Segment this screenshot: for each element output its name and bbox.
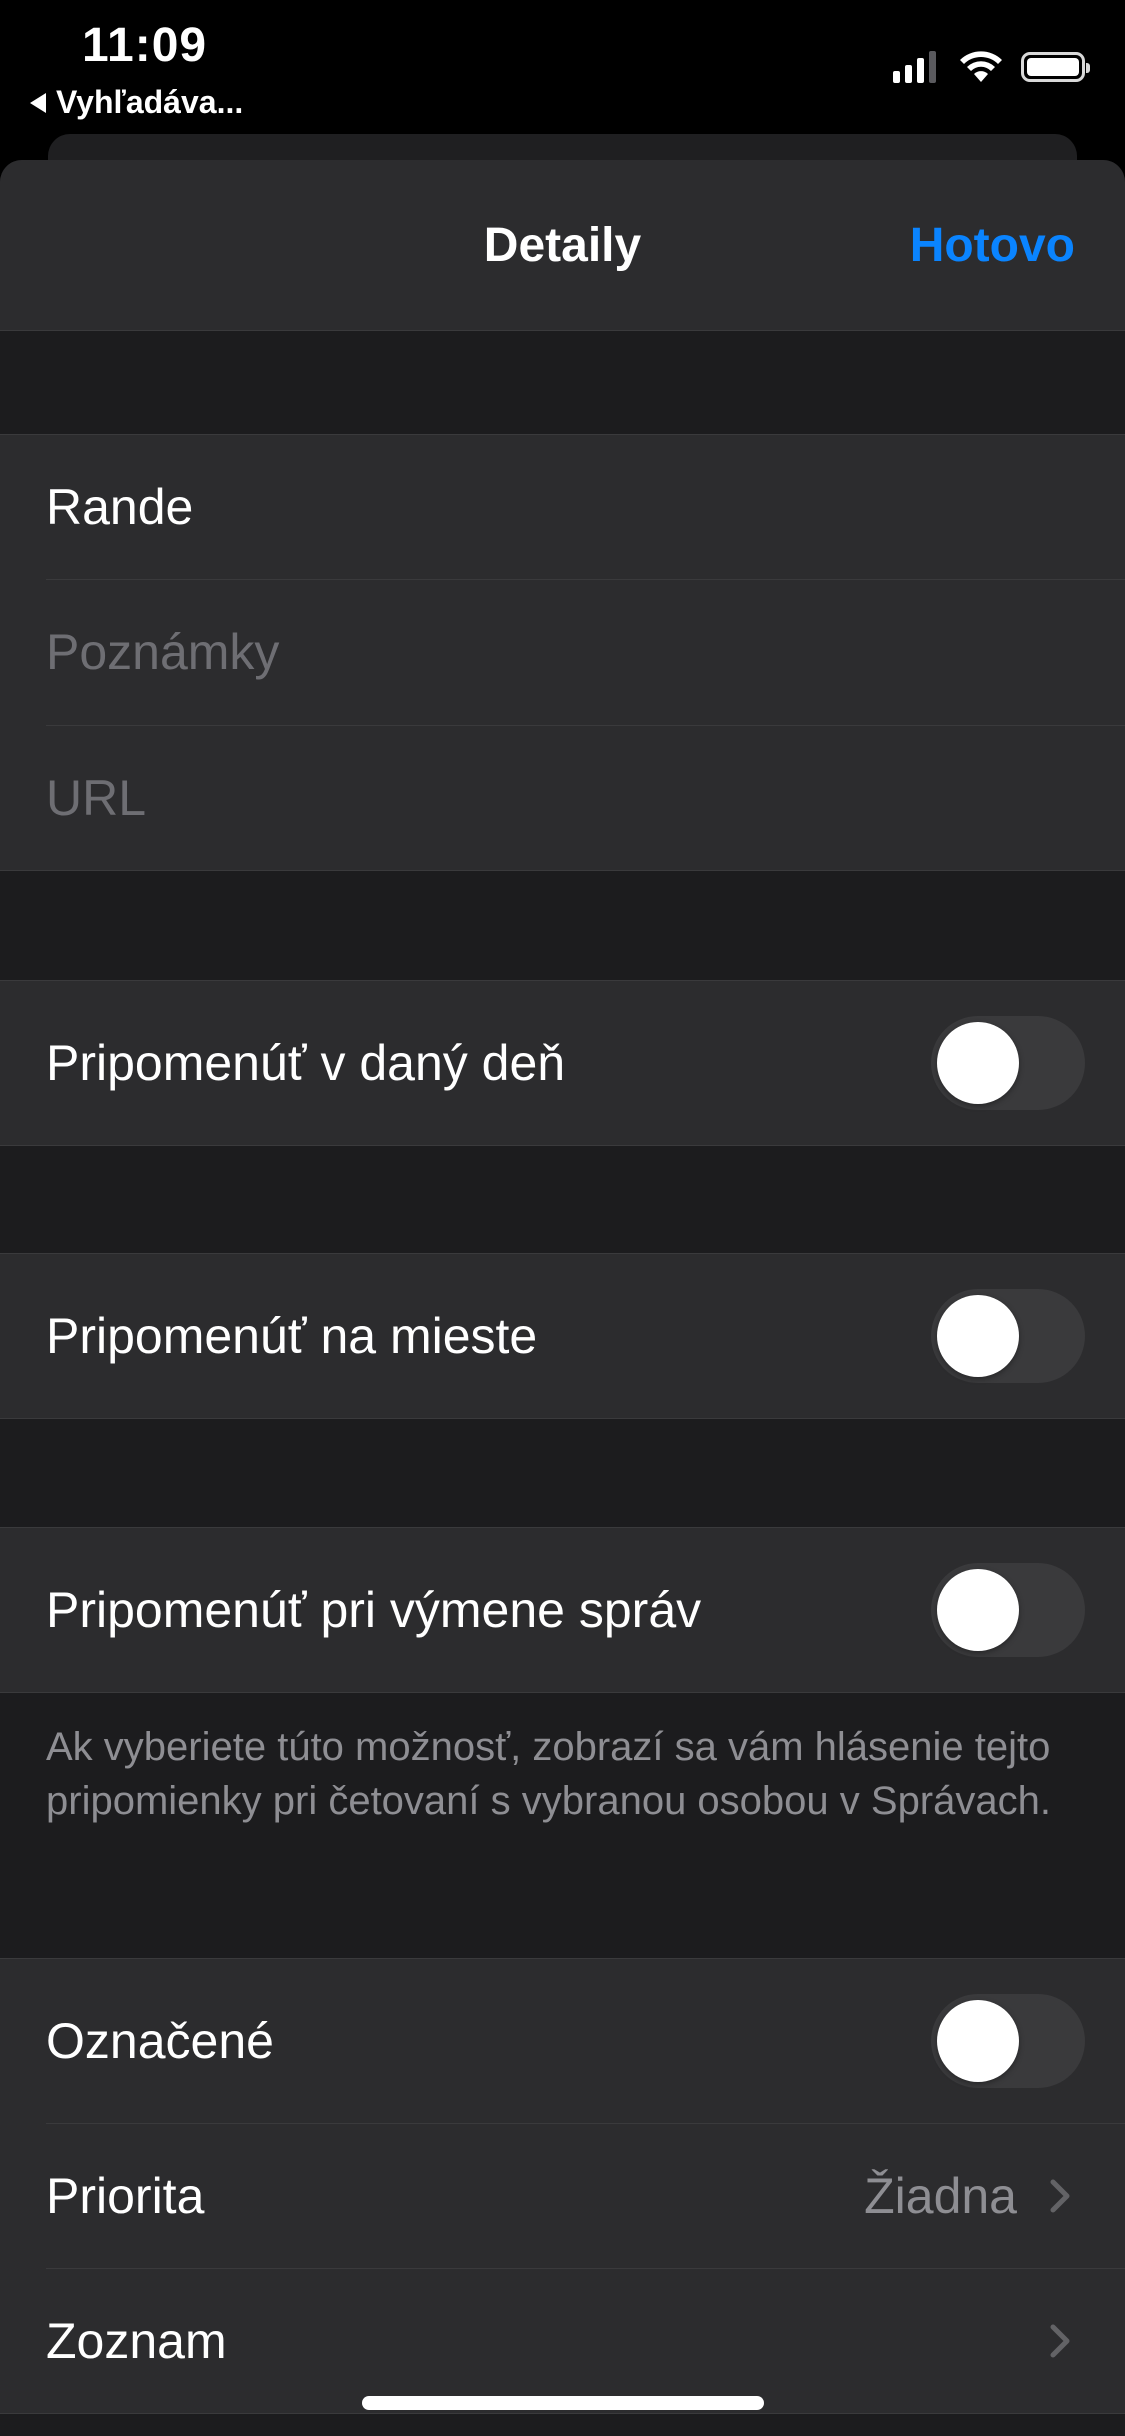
title-field-value: Rande: [46, 479, 194, 535]
chevron-right-icon: [1050, 2179, 1070, 2212]
home-indicator[interactable]: [362, 2396, 764, 2410]
back-to-app-link[interactable]: Vyhľadáva...: [30, 84, 243, 121]
status-icons: [893, 50, 1090, 84]
priority-row[interactable]: Priorita Žiadna: [0, 2123, 1125, 2268]
remind-location-group: Pripomenúť na mieste: [0, 1253, 1125, 1419]
screen: 11:09 Vyhľadáva... Detaily Hotovo Rande …: [0, 0, 1125, 2436]
remind-location-label: Pripomenúť na mieste: [46, 1308, 538, 1364]
remind-day-toggle[interactable]: [931, 1016, 1085, 1110]
remind-messaging-group: Pripomenúť pri výmene správ: [0, 1527, 1125, 1693]
priority-label: Priorita: [46, 2167, 205, 2224]
text-fields-group: Rande Poznámky URL: [0, 434, 1125, 871]
remind-messaging-label: Pripomenúť pri výmene správ: [46, 1582, 702, 1638]
chevron-right-icon: [1050, 2324, 1070, 2357]
remind-day-label: Pripomenúť v daný deň: [46, 1035, 566, 1091]
done-button[interactable]: Hotovo: [910, 218, 1075, 273]
list-row[interactable]: Zoznam: [0, 2268, 1125, 2413]
remind-day-group: Pripomenúť v daný deň: [0, 980, 1125, 1146]
back-arrow-icon: [30, 92, 46, 113]
details-sheet: Detaily Hotovo Rande Poznámky URL Pripom…: [0, 160, 1125, 2436]
remind-messaging-toggle[interactable]: [931, 1563, 1085, 1657]
remind-location-row: Pripomenúť na mieste: [0, 1254, 1125, 1418]
notes-placeholder: Poznámky: [46, 624, 280, 680]
priority-value: Žiadna: [864, 2167, 1017, 2224]
messaging-footnote: Ak vyberiete túto možnosť, zobrazí sa vá…: [46, 1725, 1051, 1823]
flagged-toggle[interactable]: [931, 1994, 1085, 2088]
back-app-label: Vyhľadáva...: [56, 84, 244, 120]
remind-location-toggle[interactable]: [931, 1289, 1085, 1383]
flagged-row: Označené: [0, 1959, 1125, 2123]
navigation-bar: Detaily Hotovo: [0, 160, 1125, 331]
extras-group: Označené Priorita Žiadna Zoznam: [0, 1958, 1125, 2414]
wifi-icon: [960, 51, 1002, 82]
url-placeholder: URL: [46, 769, 147, 826]
status-time: 11:09: [82, 19, 208, 72]
list-label: Zoznam: [46, 2312, 227, 2369]
url-field[interactable]: URL: [0, 725, 1125, 870]
notes-field[interactable]: Poznámky: [0, 579, 1125, 725]
title-field[interactable]: Rande: [0, 435, 1125, 579]
remind-day-row: Pripomenúť v daný deň: [0, 981, 1125, 1145]
battery-icon: [1021, 52, 1090, 82]
signal-icon: [893, 51, 941, 83]
remind-messaging-row: Pripomenúť pri výmene správ: [0, 1528, 1125, 1692]
flagged-label: Označené: [46, 2013, 274, 2069]
